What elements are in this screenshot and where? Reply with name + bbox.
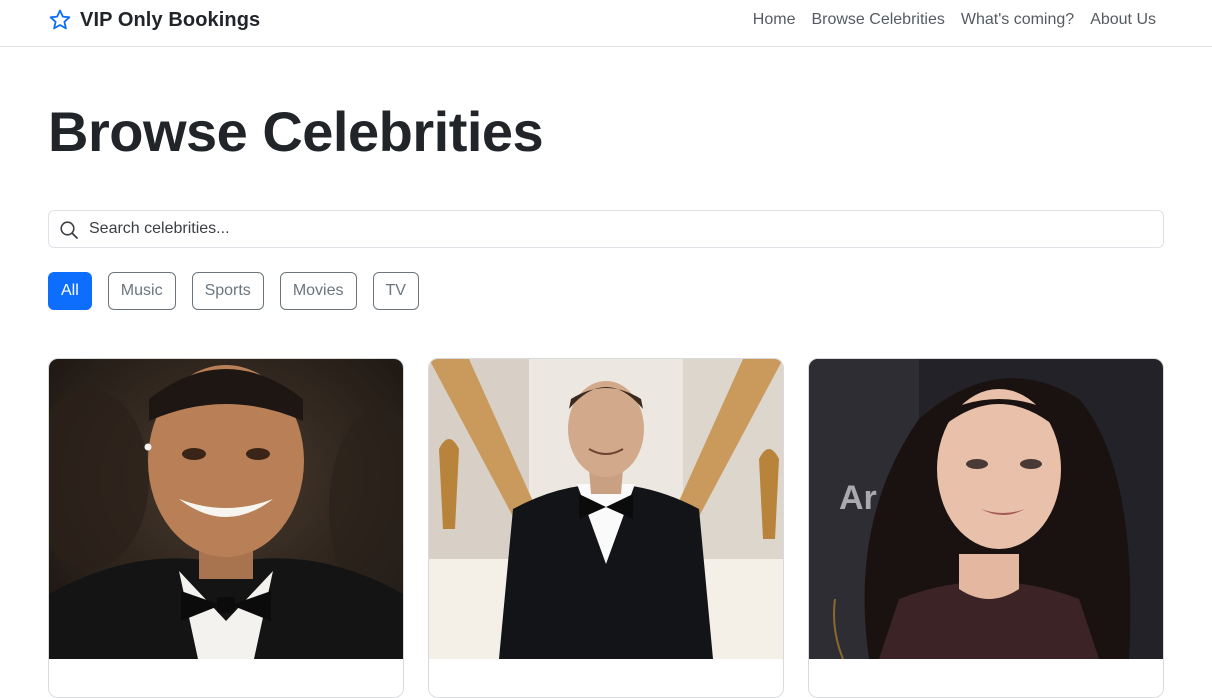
page-title: Browse Celebrities: [48, 100, 544, 163]
celebrity-photo: Ar: [809, 359, 1163, 659]
celebrity-photo: [49, 359, 403, 659]
celebrity-photo: [429, 359, 783, 659]
card-body: [49, 659, 403, 697]
nav-link-about-us[interactable]: About Us: [1090, 11, 1156, 29]
celebrity-card[interactable]: [48, 358, 404, 698]
celebrity-card[interactable]: [428, 358, 784, 698]
card-body: [429, 659, 783, 697]
nav-link-browse-celebrities[interactable]: Browse Celebrities: [811, 11, 944, 29]
card-body: [809, 659, 1163, 697]
nav-link-home[interactable]: Home: [753, 11, 796, 29]
filter-movies-button[interactable]: Movies: [279, 272, 357, 310]
svg-text:Ar: Ar: [839, 479, 877, 517]
search-box: [48, 210, 1164, 248]
filter-tv-button[interactable]: TV: [372, 272, 419, 310]
top-navbar: VIP Only Bookings Home Browse Celebritie…: [0, 0, 1212, 47]
brand-name: VIP Only Bookings: [80, 8, 261, 31]
search-icon: [59, 220, 79, 240]
celebrity-card[interactable]: Ar: [808, 358, 1164, 698]
search-input[interactable]: [89, 211, 1149, 247]
nav-links: Home Browse Celebrities What's coming? A…: [753, 9, 1156, 31]
nav-link-whats-coming[interactable]: What's coming?: [961, 11, 1074, 29]
brand-link[interactable]: VIP Only Bookings: [48, 6, 260, 34]
star-icon: [48, 8, 72, 32]
filter-sports-button[interactable]: Sports: [191, 272, 264, 310]
filter-music-button[interactable]: Music: [107, 272, 176, 310]
category-filters: All Music Sports Movies TV: [48, 272, 419, 310]
filter-all-button[interactable]: All: [48, 272, 92, 310]
